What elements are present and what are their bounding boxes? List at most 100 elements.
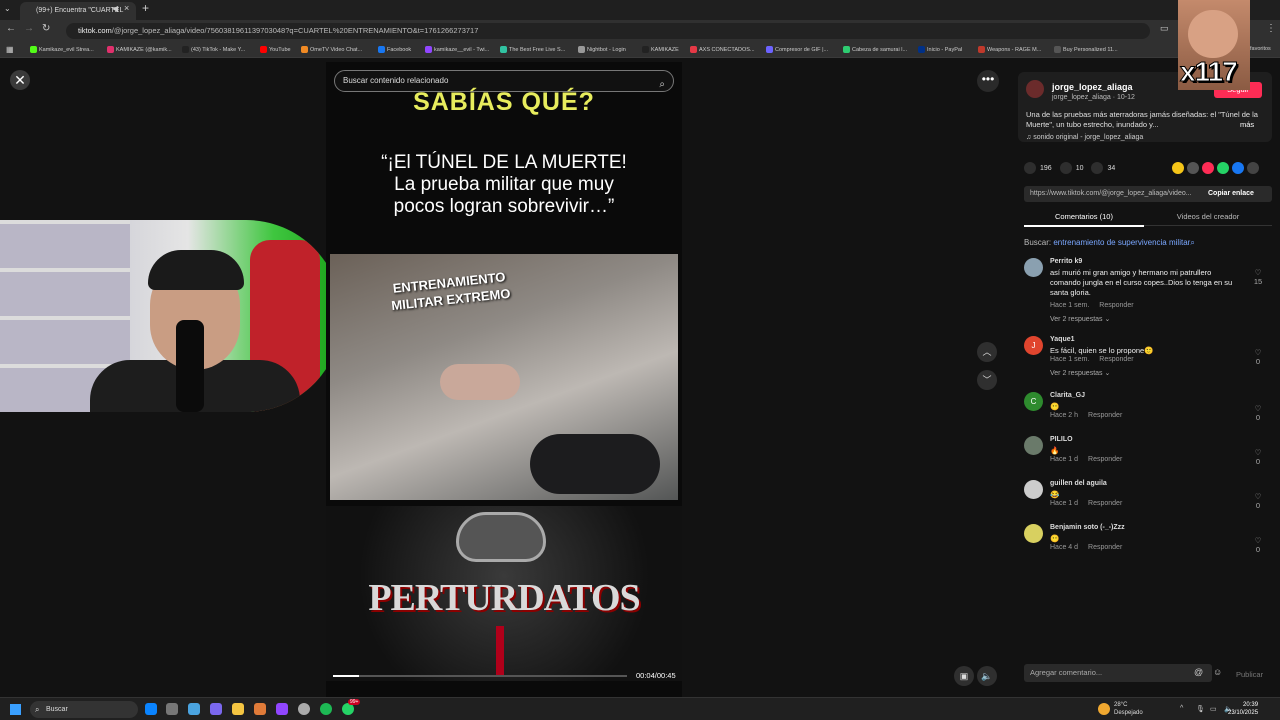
commenter-username[interactable]: Yaque1 (1050, 336, 1075, 343)
bookmarks-folder[interactable]: favoritos (1250, 46, 1271, 52)
bookmark-item[interactable]: kamikaze__evil - Twi... (425, 46, 489, 53)
back-icon[interactable]: ← (6, 23, 16, 34)
forward-icon[interactable]: → (24, 23, 34, 34)
bookmark-item[interactable]: Weapons - RAGE M... (978, 46, 1041, 53)
tab-close-icon[interactable]: × (124, 3, 129, 13)
bookmark-item[interactable]: Inicio - PayPal (918, 46, 962, 53)
reply-button[interactable]: Responder (1088, 412, 1122, 419)
chevron-up-icon[interactable]: ^ (1180, 705, 1183, 712)
creator-avatar[interactable] (1026, 80, 1044, 98)
app-icon[interactable] (166, 703, 178, 715)
search-keyword[interactable]: entrenamiento de supervivencia militar (1053, 238, 1190, 247)
publish-button[interactable]: Publicar (1236, 670, 1263, 679)
commenter-avatar[interactable] (1024, 258, 1043, 277)
microphone-icon[interactable]: 🎙 (1196, 705, 1205, 713)
app-icon[interactable] (276, 703, 288, 715)
close-icon[interactable]: ✕ (10, 70, 30, 90)
bookmark-item[interactable]: Compresor de GIF |... (766, 46, 828, 53)
comment-like[interactable]: ♡ 0 (1250, 404, 1266, 422)
reply-button[interactable]: Responder (1099, 356, 1133, 363)
app-icon[interactable] (254, 703, 266, 715)
video-progress-bar[interactable] (333, 675, 627, 677)
view-replies-button[interactable]: Ver 2 respuestas ⌄ (1050, 369, 1110, 377)
commenter-avatar[interactable]: C (1024, 392, 1043, 411)
browser-tab[interactable]: (99+) Encuentra "CUARTEL (20, 2, 136, 20)
tab-creator-videos[interactable]: Videos del creador (1148, 212, 1268, 221)
search-suggestion[interactable]: Buscar: entrenamiento de supervivencia m… (1024, 238, 1195, 248)
comment-like[interactable]: ♡ 0 (1250, 348, 1266, 366)
cast-icon[interactable]: ▭ (1160, 23, 1169, 34)
obs-icon[interactable] (298, 703, 310, 715)
url-field[interactable]: tiktok.com/@jorge_lopez_aliaga/video/756… (66, 23, 1150, 39)
bookmark-item[interactable]: Nightbot - Login (578, 46, 626, 53)
browser-menu-icon[interactable]: ⋮ (1266, 23, 1276, 34)
emoji-icon[interactable]: ☺ (1213, 667, 1222, 677)
windows-start-icon[interactable] (10, 704, 21, 715)
edge-icon[interactable] (145, 703, 157, 715)
facebook-icon[interactable] (1232, 162, 1244, 174)
mention-icon[interactable]: @ (1194, 667, 1203, 677)
tab-list-chevron-icon[interactable]: ⌄ (4, 4, 11, 13)
volume-icon[interactable]: 🔈 (977, 666, 997, 686)
bookmark-item[interactable]: The Best Free Live S... (500, 46, 565, 53)
commenter-username[interactable]: Benjamin soto (-_-)Zzz (1050, 524, 1125, 531)
weather-widget[interactable]: 28°C Despejado (1098, 701, 1143, 717)
reload-icon[interactable]: ↻ (42, 23, 50, 34)
next-video-icon[interactable]: ﹀ (977, 370, 997, 390)
bookmark-item[interactable]: OmeTV Video Chat... (301, 46, 362, 53)
coin-icon[interactable] (1172, 162, 1184, 174)
bookmark-item[interactable]: YouTube (260, 46, 291, 53)
reply-button[interactable]: Responder (1088, 500, 1122, 507)
bookmark-item[interactable]: AXS CONECTADOS... (690, 46, 755, 53)
save-stat[interactable]: 34 (1091, 162, 1115, 174)
copy-link-button[interactable]: Copiar enlace (1208, 186, 1254, 202)
commenter-avatar[interactable]: J (1024, 336, 1043, 355)
reply-button[interactable]: Responder (1088, 456, 1122, 463)
tab-mute-icon[interactable]: ◀ (112, 4, 118, 13)
spotify-icon[interactable] (320, 703, 332, 715)
more-link[interactable]: más (1240, 120, 1254, 129)
previous-video-icon[interactable]: ︿ (977, 342, 997, 362)
reply-button[interactable]: Responder (1099, 302, 1133, 309)
apps-grid-icon[interactable]: ▦ (6, 45, 14, 54)
bookmark-item[interactable]: KAMIKAZE (@kamik... (107, 46, 172, 53)
commenter-avatar[interactable] (1024, 480, 1043, 499)
comment-like[interactable]: ♡ 0 (1250, 492, 1266, 510)
embed-icon[interactable] (1187, 162, 1199, 174)
send-icon[interactable] (1202, 162, 1214, 174)
commenter-username[interactable]: Clarita_GJ (1050, 392, 1085, 399)
bookmark-item[interactable]: Kamikaze_evil Strea... (30, 46, 94, 53)
new-tab-icon[interactable]: + (142, 1, 149, 15)
taskbar-search[interactable]: ⌕ Buscar (30, 701, 138, 718)
bookmark-item[interactable]: Buy Personalized 11... (1054, 46, 1118, 53)
comment-like[interactable]: ♡ 0 (1250, 448, 1266, 466)
reply-button[interactable]: Responder (1088, 544, 1122, 551)
whatsapp-icon[interactable] (1217, 162, 1229, 174)
commenter-username[interactable]: PILILO (1050, 436, 1073, 443)
like-stat[interactable]: 196 (1024, 162, 1052, 174)
comment-input[interactable]: Agregar comentario... (1024, 664, 1212, 682)
explorer-icon[interactable] (188, 703, 200, 715)
sound-link[interactable]: ♫ sonido original - jorge_lopez_aliaga (1026, 134, 1143, 141)
view-replies-button[interactable]: Ver 2 respuestas ⌄ (1050, 315, 1110, 323)
bookmark-item[interactable]: (43) TikTok - Make Y... (182, 46, 245, 53)
bookmark-item[interactable]: KAMIKAZE (642, 46, 679, 53)
commenter-username[interactable]: guillen del aguila (1050, 480, 1107, 487)
folder-icon[interactable] (232, 703, 244, 715)
bookmark-item[interactable]: Cabeza de samurai l... (843, 46, 907, 53)
share-icon[interactable] (1247, 162, 1259, 174)
system-clock[interactable]: 20:39 23/10/2025 (1228, 701, 1258, 717)
commenter-avatar[interactable] (1024, 524, 1043, 543)
video-player[interactable]: Buscar contenido relacionado ⌕ SABÍAS QU… (326, 62, 682, 697)
more-options-icon[interactable]: ••• (977, 70, 999, 92)
commenter-username[interactable]: Perrito k9 (1050, 258, 1082, 265)
creator-username[interactable]: jorge_lopez_aliaga (1052, 82, 1133, 92)
comment-stat[interactable]: 10 (1059, 162, 1083, 174)
miniplayer-icon[interactable]: ▣ (954, 666, 974, 686)
tab-comments[interactable]: Comentarios (10) (1024, 212, 1144, 221)
commenter-avatar[interactable] (1024, 436, 1043, 455)
app-icon[interactable] (210, 703, 222, 715)
comment-like[interactable]: ♡ 15 (1250, 268, 1266, 286)
comment-like[interactable]: ♡ 0 (1250, 536, 1266, 554)
network-icon[interactable]: ▭ (1210, 705, 1217, 713)
